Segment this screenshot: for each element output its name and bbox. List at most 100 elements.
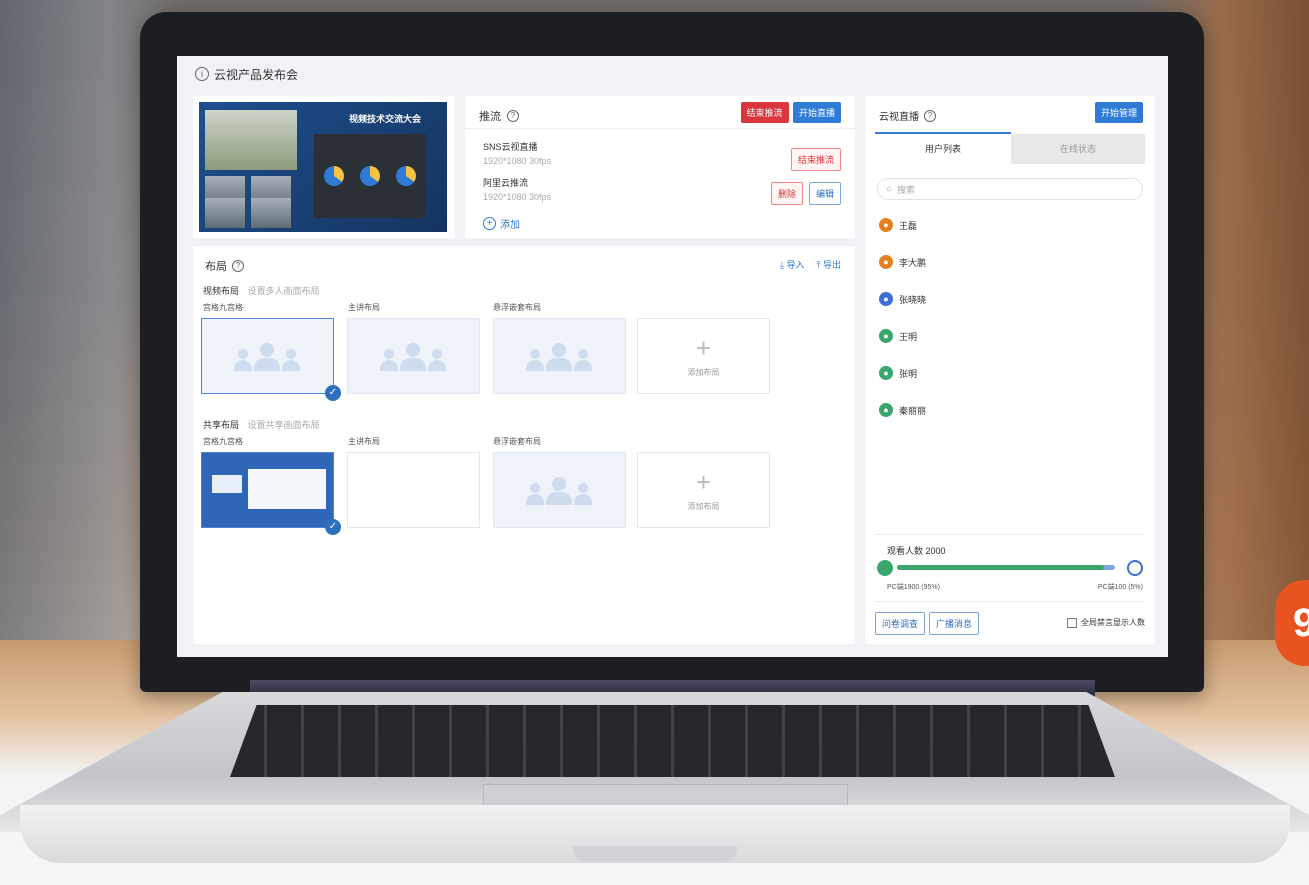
user-name: 张明 [899, 368, 918, 379]
info-icon[interactable]: ? [507, 110, 519, 122]
user-icon: ● [879, 218, 893, 232]
layout-card-share-speaker[interactable] [347, 452, 480, 528]
thumbnail-small [212, 475, 242, 493]
tab-online-status[interactable]: 在线状态 [1011, 134, 1145, 164]
add-stream-label: 添加 [500, 220, 520, 231]
viewer-ratio-bar [897, 565, 1115, 570]
pie-chart-icon [324, 166, 344, 186]
stream-item-spec: 1920*1080 30fps [483, 156, 552, 166]
user-list-item[interactable]: ● 王磊 [879, 218, 917, 232]
layout-panel: 布局 ? ⤓ 导入 ⤒ 导出 视频布局 设置多人画面布局 宫格九宫格 主讲布局 … [193, 246, 855, 644]
survey-button[interactable]: 问卷调查 [875, 612, 926, 635]
user-list-item[interactable]: ● 张晓晓 [879, 292, 926, 306]
layout-card-label: 悬浮嵌套布局 [493, 437, 541, 446]
people-icon [380, 343, 446, 371]
viewer-total: 观看人数 2000 [887, 546, 946, 556]
user-list-item[interactable]: ● 张明 [879, 366, 917, 380]
stream-actions: 结束推流 开始直播 [740, 102, 841, 123]
search-input[interactable]: ○ 搜索 [877, 178, 1143, 200]
checkbox-icon [1067, 617, 1077, 628]
stream-item-name: SNS云视直播 [483, 142, 538, 152]
pc-left-icon [877, 560, 893, 576]
people-icon [526, 477, 592, 505]
presenter-video [205, 110, 297, 170]
user-name: 王明 [899, 331, 918, 342]
people-icon [526, 343, 592, 371]
stream-item-spec: 1920*1080 30fps [483, 192, 552, 202]
info-icon[interactable]: ? [924, 109, 936, 122]
layout-group-title: 共享布局 设置共享画面布局 [203, 418, 320, 431]
broadcast-button[interactable]: 广播消息 [929, 612, 980, 635]
stream-panel: 推流 ? 结束推流 开始直播 SNS云视直播 1920*1080 30fps 结… [465, 96, 855, 238]
pie-chart-icon [396, 166, 416, 186]
export-icon: ⤒ [816, 260, 821, 270]
preview-heading: 视频技术交流大会 [349, 114, 422, 124]
user-list-item[interactable]: ● 李大鹏 [879, 255, 926, 269]
viewer-panel: 云视直播 ? 开始管理 用户列表 在线状态 ○ 搜索 ● 王磊 ● 李大鹏 ● … [865, 96, 1155, 644]
left-stat: PC端1900 (95%) [887, 584, 940, 591]
user-list-item[interactable]: ● 秦丽丽 [879, 403, 926, 417]
start-live-button[interactable]: 开始直播 [792, 102, 841, 123]
stream-item-name: 阿里云推流 [483, 178, 529, 188]
user-icon: ● [879, 403, 893, 417]
live-preview-image[interactable]: 视频技术交流大会 [199, 102, 447, 232]
info-icon[interactable]: ? [232, 260, 244, 272]
import-label: 导入 [786, 260, 805, 270]
plus-circle-icon: + [483, 217, 496, 230]
stream-title: 推流 [479, 111, 501, 123]
add-layout-label: 添加布局 [687, 368, 720, 377]
import-icon: ⤓ [779, 260, 784, 270]
group-name: 共享布局 [203, 420, 240, 430]
layout-card-share-grid[interactable]: ✓ [201, 452, 341, 535]
user-list-item[interactable]: ● 王明 [879, 329, 917, 343]
layout-title: 布局 [205, 261, 227, 273]
viewer-actions: 问卷调查 广播消息 [875, 612, 980, 635]
presentation-board [314, 134, 426, 218]
layout-card-label: 主讲布局 [348, 437, 380, 446]
laptop-keyboard [230, 705, 1115, 777]
user-name: 张晓晓 [899, 294, 927, 305]
group-hint: 设置多人画面布局 [247, 286, 320, 296]
tab-user-list[interactable]: 用户列表 [875, 132, 1011, 166]
user-icon: ● [879, 292, 893, 306]
end-stream-item-button[interactable]: 结束推流 [790, 148, 841, 171]
layout-group-title: 视频布局 设置多人画面布局 [203, 284, 320, 297]
end-stream-button[interactable]: 结束推流 [740, 102, 789, 123]
group-name: 视频布局 [203, 286, 240, 296]
title-bar: i 云视产品发布会 [177, 56, 1168, 92]
delete-button[interactable]: 删除 [770, 182, 803, 205]
layout-card-speaker[interactable] [347, 318, 480, 394]
group-hint: 设置共享画面布局 [247, 420, 320, 430]
user-icon: ● [879, 255, 893, 269]
user-name: 王磊 [899, 220, 918, 231]
layout-card-label: 宫格九宫格 [203, 303, 243, 312]
import-button[interactable]: ⤓ 导入 [780, 258, 805, 271]
add-layout-card[interactable]: + 添加布局 [637, 452, 770, 528]
viewer-title: 云视直播 [879, 112, 919, 123]
manage-button[interactable]: 开始管理 [1094, 102, 1143, 123]
divider [875, 534, 1145, 535]
checkbox-label: 全局禁言显示人数 [1081, 618, 1145, 627]
plus-icon: + [695, 333, 712, 363]
participant-thumb [205, 198, 245, 228]
layout-card-label: 悬浮嵌套布局 [493, 303, 541, 312]
layout-card-share-float[interactable] [493, 452, 626, 528]
plus-icon: + [695, 467, 712, 497]
export-button[interactable]: ⤒ 导出 [816, 258, 841, 271]
layout-card-float[interactable] [493, 318, 626, 394]
viewer-header: 云视直播 ? [879, 108, 941, 123]
mute-checkbox[interactable]: 全局禁言显示人数 [1067, 617, 1145, 628]
edit-button[interactable]: 编辑 [808, 182, 841, 205]
layout-header: 布局 ? [205, 258, 249, 274]
divider [875, 601, 1145, 602]
layout-card-label: 主讲布局 [348, 303, 380, 312]
stream-header: 推流 ? [479, 108, 524, 124]
add-stream-button[interactable]: + 添加 [483, 216, 520, 231]
add-layout-card[interactable]: + 添加布局 [637, 318, 770, 394]
viewer-ratio-fill [897, 565, 1105, 570]
preview-panel: 视频技术交流大会 [193, 96, 455, 238]
info-icon[interactable]: i [195, 67, 209, 81]
layout-card-grid[interactable]: ✓ [201, 318, 341, 401]
export-label: 导出 [822, 260, 841, 270]
user-name: 秦丽丽 [899, 405, 927, 416]
